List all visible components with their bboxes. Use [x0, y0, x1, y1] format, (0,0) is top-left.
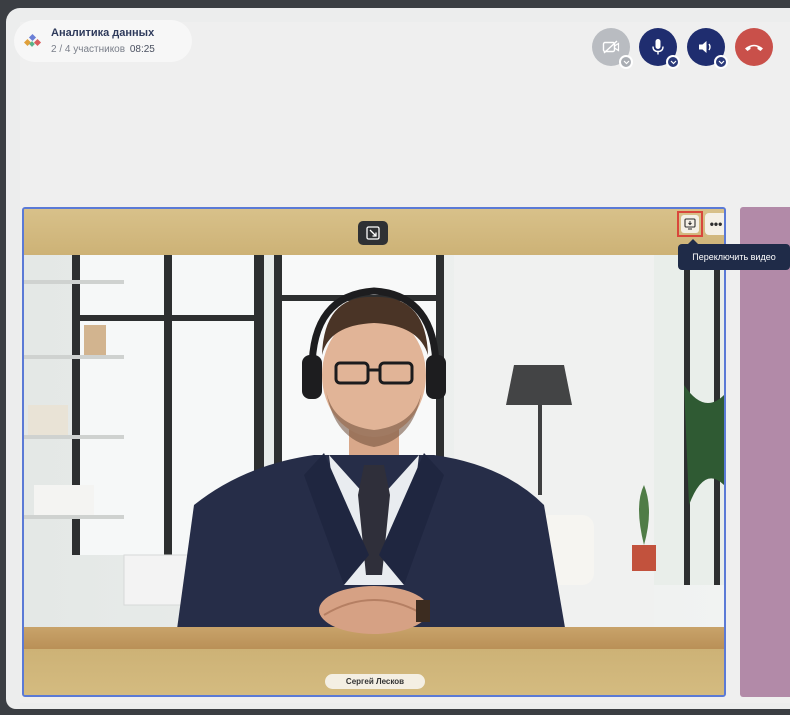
participants-count: 2 / 4 участников	[51, 44, 126, 55]
microphone-icon	[652, 39, 664, 55]
call-duration: 08:25	[129, 44, 155, 55]
participant-video-feed	[24, 255, 724, 651]
meeting-subtitle: 2 / 4 участников 08:25	[51, 44, 155, 55]
microphone-button[interactable]	[639, 28, 680, 69]
meeting-title: Аналитика данных	[51, 27, 155, 39]
camera-options-chevron-icon[interactable]	[619, 55, 633, 69]
meeting-info: Аналитика данных 2 / 4 участников 08:25	[14, 20, 192, 62]
hangup-icon	[745, 44, 763, 51]
participant-video-tile[interactable]: ••• Сергей Лесков	[22, 207, 726, 697]
switch-video-icon	[684, 218, 696, 230]
expand-tile-button[interactable]	[358, 221, 388, 245]
microphone-options-chevron-icon[interactable]	[666, 55, 680, 69]
camera-off-icon	[602, 40, 620, 54]
switch-video-tooltip: Переключить видео	[678, 239, 790, 270]
more-options-button[interactable]: •••	[705, 213, 724, 235]
video-frame-image	[24, 255, 724, 651]
participant-name-badge: Сергей Лесков	[325, 674, 425, 689]
expand-icon	[366, 226, 380, 240]
camera-toggle-button[interactable]	[592, 28, 633, 69]
speaker-options-chevron-icon[interactable]	[714, 55, 728, 69]
hangup-button[interactable]	[735, 28, 773, 66]
speaker-button[interactable]	[687, 28, 728, 69]
tile-bottom-bar: Сергей Лесков	[24, 649, 724, 695]
app-logo-icon	[24, 33, 42, 47]
speaker-icon	[699, 41, 711, 53]
secondary-participant-tile[interactable]	[740, 207, 790, 697]
switch-video-button[interactable]	[677, 211, 703, 237]
